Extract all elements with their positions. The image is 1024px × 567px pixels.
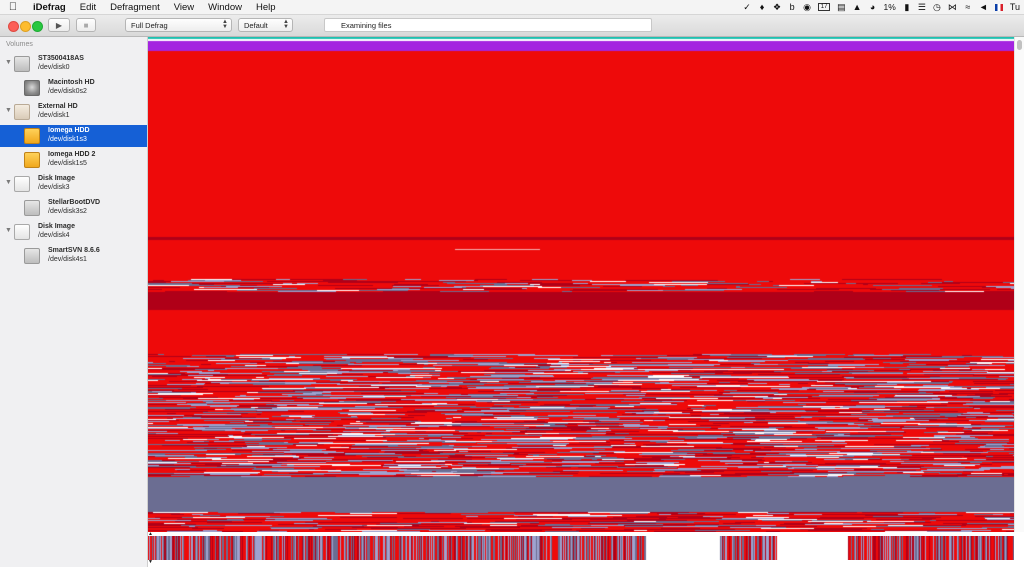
window-toolbar: ▶ ■ Full Defrag ▲ ▼ Default ▲ ▼ Examining … — [0, 15, 1024, 37]
status-menu-area: ✓ ♦ ❖ b ◉ 17 ▤ ▲ ◕ 1% ▮ ☰ ◷ ⋈ ≈ ◄ Tu — [743, 0, 1024, 14]
wifi-icon[interactable]: ≈ — [964, 2, 972, 12]
volume-device: /dev/disk0 — [38, 64, 70, 71]
cpu-percent: 1% — [883, 2, 896, 12]
volume-device: /dev/disk0s2 — [48, 88, 87, 95]
chevron-updown-icon: ▲ ▼ — [222, 19, 228, 30]
volume-name: Disk Image — [38, 223, 75, 230]
window-zoom-button[interactable] — [32, 21, 43, 32]
window-minimize-button[interactable] — [20, 21, 31, 32]
volume-name: Iomega HDD 2 — [48, 151, 96, 158]
internal-disk-icon — [14, 56, 30, 72]
volume-device: /dev/disk1s3 — [48, 136, 87, 143]
volume-name: SmartSVN 8.6.6 — [48, 247, 100, 254]
volume-row[interactable]: ▼ Disk Image/dev/disk3 — [0, 173, 147, 195]
volume-row[interactable]: ▼ External HD/dev/disk1 — [0, 101, 147, 123]
volume-name: Iomega HDD — [48, 127, 90, 134]
apple-menu-icon[interactable]:  — [0, 1, 26, 13]
volume-row[interactable]: ▼ ST3500418AS/dev/disk0 — [0, 53, 147, 75]
volumes-sidebar: Volumes ▼ ST3500418AS/dev/disk0 Macintosh … — [0, 37, 148, 567]
menu-help[interactable]: Help — [249, 2, 283, 13]
volume-device: /dev/disk4 — [38, 232, 70, 239]
window-close-button[interactable] — [8, 21, 19, 32]
eye-icon[interactable]: ◉ — [803, 2, 811, 13]
chevron-updown-icon: ▲ ▼ — [283, 19, 289, 30]
volume-row[interactable]: Macintosh HD/dev/disk0s2 — [0, 77, 147, 99]
volume-name: External HD — [38, 103, 78, 110]
dropbox-icon[interactable]: ❖ — [773, 2, 781, 13]
macintosh-hd-icon — [24, 80, 40, 96]
menu-bar:  iDefrag Edit Defragment View Window He… — [0, 0, 1024, 15]
sliders-icon[interactable]: ☰ — [918, 2, 926, 13]
calendar-icon[interactable]: 17 — [818, 3, 831, 11]
disclosure-triangle-icon[interactable]: ▼ — [5, 179, 12, 186]
clock-icon[interactable]: ◷ — [933, 2, 941, 13]
map-scrollbar-thumb[interactable] — [1017, 40, 1022, 50]
volume-name: StellarBootDVD — [48, 199, 101, 206]
disk-image-icon — [14, 176, 30, 192]
volume-name: Macintosh HD — [48, 79, 95, 86]
mounted-image-icon — [24, 248, 40, 264]
volume-name: Disk Image — [38, 175, 75, 182]
map-scrollbar[interactable] — [1014, 37, 1024, 532]
external-volume-icon — [24, 152, 40, 168]
volume-icon[interactable]: ◄ — [979, 2, 988, 12]
menu-idefrag[interactable]: iDefrag — [26, 2, 73, 13]
check-circle-icon[interactable]: ✓ — [743, 2, 751, 13]
status-text: Examining files — [341, 20, 392, 30]
stop-button[interactable]: ■ — [76, 18, 96, 32]
volume-row[interactable]: Iomega HDD/dev/disk1s3 — [0, 125, 147, 147]
bluetooth-icon[interactable]: ⋈ — [948, 2, 957, 13]
start-button[interactable]: ▶ — [48, 18, 70, 32]
adobe-icon[interactable]: ▲ — [853, 2, 862, 12]
external-volume-icon — [24, 128, 40, 144]
volume-row[interactable]: StellarBootDVD/dev/disk3s2 — [0, 197, 147, 219]
battery-icon[interactable]: ▮ — [903, 2, 911, 13]
profile-select[interactable]: Default ▲ ▼ — [238, 18, 293, 32]
document-icon[interactable]: ▤ — [837, 2, 846, 13]
volume-device: /dev/disk3s2 — [48, 208, 87, 215]
volume-row[interactable]: Iomega HDD 2/dev/disk1s5 — [0, 149, 147, 171]
overview-end-marker: ▼ — [148, 559, 153, 565]
stop-icon: ■ — [83, 20, 89, 30]
volume-device: /dev/disk4s1 — [48, 256, 87, 263]
external-disk-icon — [14, 104, 30, 120]
defrag-mode-select[interactable]: Full Defrag ▲ ▼ — [125, 18, 232, 32]
defrag-mode-value: Full Defrag — [131, 20, 168, 30]
volume-device: /dev/disk1 — [38, 112, 70, 119]
menubar-clock-text[interactable]: Tu — [1010, 2, 1020, 12]
mounted-image-icon — [24, 200, 40, 216]
flag-icon[interactable] — [994, 3, 1003, 11]
disclosure-triangle-icon[interactable]: ▼ — [5, 59, 12, 66]
volume-name: ST3500418AS — [38, 55, 84, 62]
volume-device: /dev/disk1s5 — [48, 160, 87, 167]
menu-defragment[interactable]: Defragment — [103, 2, 167, 13]
volumes-header: Volumes — [6, 41, 33, 48]
menu-window[interactable]: Window — [201, 2, 249, 13]
pie-icon[interactable]: ◕ — [869, 2, 877, 12]
disk-block-map[interactable] — [148, 37, 1014, 532]
volume-row[interactable]: SmartSVN 8.6.6/dev/disk4s1 — [0, 245, 147, 267]
menu-edit[interactable]: Edit — [73, 2, 103, 13]
volume-device: /dev/disk3 — [38, 184, 70, 191]
volume-row[interactable]: ▼ Disk Image/dev/disk4 — [0, 221, 147, 243]
disk-image-icon — [14, 224, 30, 240]
disclosure-triangle-icon[interactable]: ▼ — [5, 107, 12, 114]
b-icon[interactable]: b — [788, 2, 796, 12]
status-field: Examining files — [324, 18, 652, 32]
menu-view[interactable]: View — [167, 2, 201, 13]
bell-icon[interactable]: ♦ — [758, 2, 766, 12]
disk-overview-strip[interactable] — [148, 536, 1014, 560]
profile-value: Default — [244, 20, 268, 30]
disk-map-area: ▲ ▼ — [148, 37, 1024, 567]
play-icon: ▶ — [55, 20, 63, 30]
disclosure-triangle-icon[interactable]: ▼ — [5, 227, 12, 234]
